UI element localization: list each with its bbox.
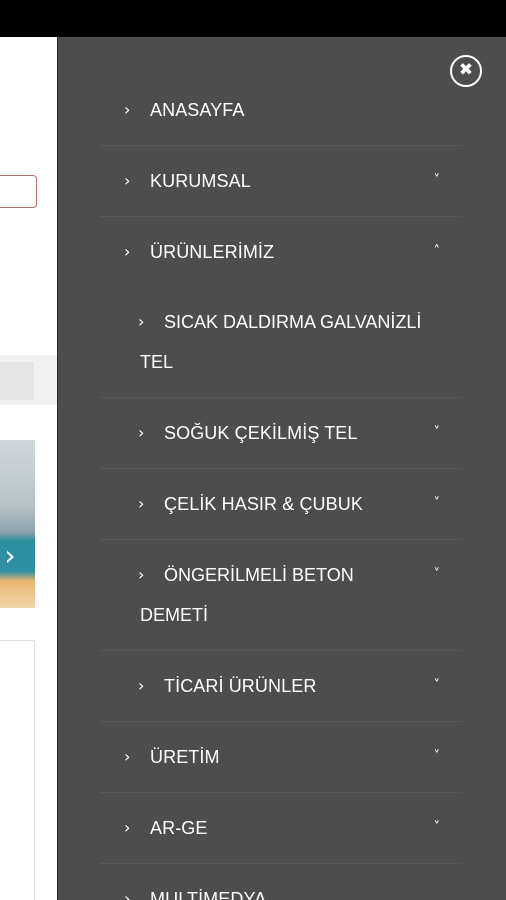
submenu-item-sicak-daldirma[interactable]: › SICAK DALDIRMA GALVANİZLİ TEL [100,287,462,398]
submenu-item-ticari-urunler[interactable]: › TİCARİ ÜRÜNLER ˅ [100,651,462,722]
chevron-right-icon: › [138,423,145,442]
menu-item-label: ANASAYFA [150,100,245,120]
submenu-item-ongerilmeli-beton[interactable]: › ÖNGERİLMELİ BETON DEMETİ ˅ [100,540,462,651]
chevron-right-icon: › [124,889,131,900]
submenu-item-label-line1: SICAK DALDIRMA GALVANİZLİ [164,312,422,332]
menu-item-label: ÜRÜNLERİMİZ [150,242,275,262]
chevron-right-icon: › [124,242,131,261]
menu-item-multimedya[interactable]: › MULTİMEDYA [100,864,462,900]
menu-item-ar-ge[interactable]: › AR-GE ˅ [100,793,462,864]
submenu-item-label-line1: ÖNGERİLMELİ BETON [164,565,354,585]
menu-item-urunlerimiz[interactable]: › ÜRÜNLERİMİZ ˄ [100,217,462,287]
menu-item-kurumsal[interactable]: › KURUMSAL ˅ [100,146,462,217]
chevron-right-icon: › [138,494,145,513]
menu-item-label: MULTİMEDYA [150,889,267,900]
chevron-down-icon[interactable]: ˅ [434,146,441,216]
chevron-right-icon: › [138,676,145,695]
submenu-item-label: ÇELİK HASIR & ÇUBUK [164,494,363,514]
menu-item-label: KURUMSAL [150,171,251,191]
chevron-down-icon[interactable]: ˅ [434,651,441,721]
mobile-menu-panel: ✖ › ANASAYFA › KURUMSAL ˅ › ÜRÜNLERİMİZ … [58,37,506,900]
chevron-right-icon: › [124,100,131,119]
submenu-item-label: SOĞUK ÇEKİLMİŞ TEL [164,423,358,443]
chevron-down-icon[interactable]: ˅ [434,722,441,792]
background-banner-image: › [0,440,35,608]
status-bar [0,0,506,37]
submenu-item-soguk-cekilmis-tel[interactable]: › SOĞUK ÇEKİLMİŞ TEL ˅ [100,398,462,469]
menu-item-anasayfa[interactable]: › ANASAYFA [100,75,462,146]
background-gray-block [0,362,34,400]
chevron-down-icon[interactable]: ˅ [434,398,441,468]
chevron-up-icon[interactable]: ˄ [434,217,441,287]
chevron-down-icon[interactable]: ˅ [434,469,441,539]
chevron-down-icon[interactable]: ˅ [434,555,441,595]
background-page: › [0,37,58,900]
submenu-item-celik-hasir[interactable]: › ÇELİK HASIR & ÇUBUK ˅ [100,469,462,540]
chevron-down-icon[interactable]: ˅ [434,793,441,863]
chevron-right-icon: › [124,818,131,837]
background-search-field [0,175,37,208]
chevron-right-icon: › [138,565,145,584]
menu-item-label: AR-GE [150,818,208,838]
chevron-right-icon: › [138,312,145,331]
submenu-item-label: TİCARİ ÜRÜNLER [164,676,317,696]
menu-item-uretim[interactable]: › ÜRETİM ˅ [100,722,462,793]
submenu-item-label-line2: TEL [140,352,174,372]
banner-next-arrow-icon: › [4,539,16,572]
chevron-right-icon: › [124,747,131,766]
background-card [0,640,35,900]
chevron-right-icon: › [124,171,131,190]
screen: › ✖ › ANASAYFA › KURUMSAL ˅ › ÜRÜNLERİMİ… [0,0,506,900]
submenu-item-label-line2: DEMETİ [140,605,209,625]
menu-item-label: ÜRETİM [150,747,220,767]
menu-list: › ANASAYFA › KURUMSAL ˅ › ÜRÜNLERİMİZ ˄ … [100,75,462,900]
